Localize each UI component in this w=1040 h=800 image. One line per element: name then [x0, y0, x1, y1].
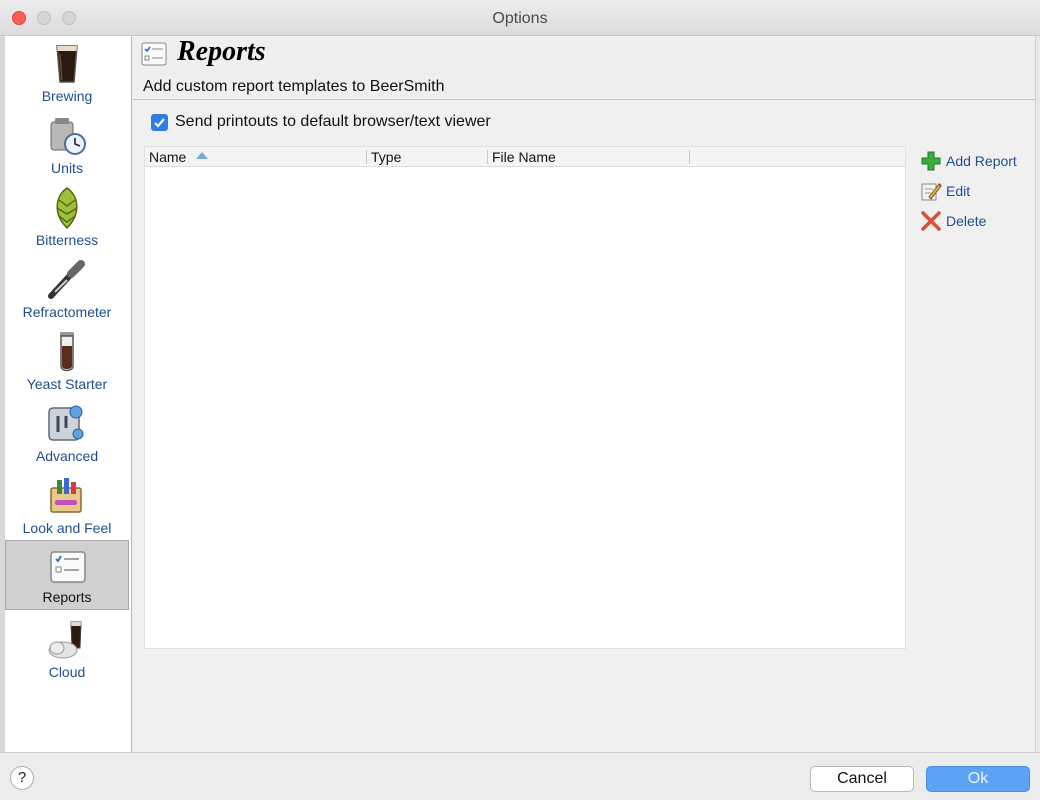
add-report-button[interactable]: Add Report: [920, 150, 1017, 172]
send-printouts-label[interactable]: Send printouts to default browser/text v…: [175, 113, 491, 131]
title-bar[interactable]: Options: [0, 0, 1040, 36]
background-window-edge: [1035, 36, 1040, 752]
units-clock-icon: [50, 118, 86, 155]
dialog-footer: ? Cancel Ok: [0, 752, 1040, 800]
reports-panel: Send printouts to default browser/text v…: [133, 101, 1035, 752]
page-title: Reports: [177, 36, 266, 67]
sidebar-item-label: Refractometer: [22, 304, 112, 320]
test-tube-icon: [60, 332, 74, 372]
column-header-name[interactable]: Name: [149, 149, 186, 165]
delete-x-icon: [921, 211, 941, 231]
plus-icon: [921, 151, 941, 171]
sidebar-item-cloud[interactable]: Cloud: [5, 614, 129, 684]
sidebar-item-label: Reports: [42, 589, 92, 605]
sidebar-item-label: Advanced: [35, 448, 99, 464]
sidebar-item-advanced[interactable]: Advanced: [5, 398, 129, 468]
column-separator[interactable]: [487, 150, 488, 164]
advanced-gear-icon: [48, 405, 84, 441]
sidebar-item-label: Brewing: [41, 88, 93, 104]
page-header: Reports Add custom report templates to B…: [133, 36, 1035, 100]
sidebar-item-yeast-starter[interactable]: Yeast Starter: [5, 326, 129, 396]
sidebar-item-brewing[interactable]: Brewing: [5, 38, 129, 108]
sidebar-item-label: Bitterness: [35, 232, 99, 248]
sidebar-item-look-and-feel[interactable]: Look and Feel: [5, 470, 129, 540]
sidebar-item-label: Yeast Starter: [26, 376, 108, 392]
cancel-button[interactable]: Cancel: [810, 766, 914, 792]
sidebar-item-units[interactable]: Units: [5, 110, 129, 180]
ok-button[interactable]: Ok: [926, 766, 1030, 792]
column-header-file-name[interactable]: File Name: [492, 149, 556, 165]
column-header-type[interactable]: Type: [371, 149, 401, 165]
options-window: Options Brewing Units Bitterness Refract…: [0, 0, 1040, 800]
paint-box-icon: [50, 478, 82, 513]
delete-label: Delete: [946, 213, 987, 229]
checkmark-icon: [154, 117, 165, 128]
column-separator[interactable]: [366, 150, 367, 164]
refractometer-icon: [48, 260, 85, 299]
hop-cone-icon: [56, 187, 78, 230]
page-description: Add custom report templates to BeerSmith: [143, 78, 445, 95]
send-printouts-checkbox[interactable]: [151, 113, 168, 131]
report-checklist-icon: [50, 551, 86, 583]
column-separator[interactable]: [689, 150, 690, 164]
beer-glass-icon: [56, 45, 78, 83]
edit-report-button[interactable]: Edit: [920, 180, 970, 202]
sidebar-item-bitterness[interactable]: Bitterness: [5, 182, 129, 252]
sidebar-item-label: Cloud: [48, 664, 86, 680]
sidebar-item-reports[interactable]: Reports: [5, 540, 129, 610]
edit-pencil-icon: [921, 183, 942, 201]
help-button[interactable]: ?: [10, 766, 34, 790]
edit-label: Edit: [946, 183, 971, 199]
table-header: Name Type File Name: [145, 147, 905, 167]
add-report-label: Add Report: [946, 153, 1017, 169]
reports-table[interactable]: Name Type File Name: [144, 146, 906, 649]
report-checklist-icon: [141, 42, 167, 66]
sidebar-item-refractometer[interactable]: Refractometer: [5, 254, 129, 324]
delete-report-button[interactable]: Delete: [920, 210, 986, 232]
window-title: Options: [492, 10, 548, 27]
sidebar-item-label: Units: [51, 160, 83, 176]
sort-ascending-icon: [196, 152, 208, 159]
sidebar-item-label: Look and Feel: [22, 520, 112, 536]
cloud-beer-icon: [48, 621, 82, 659]
send-printouts-option[interactable]: Send printouts to default browser/text v…: [151, 113, 491, 131]
sidebar: Brewing Units Bitterness Refractometer Y…: [5, 36, 132, 752]
